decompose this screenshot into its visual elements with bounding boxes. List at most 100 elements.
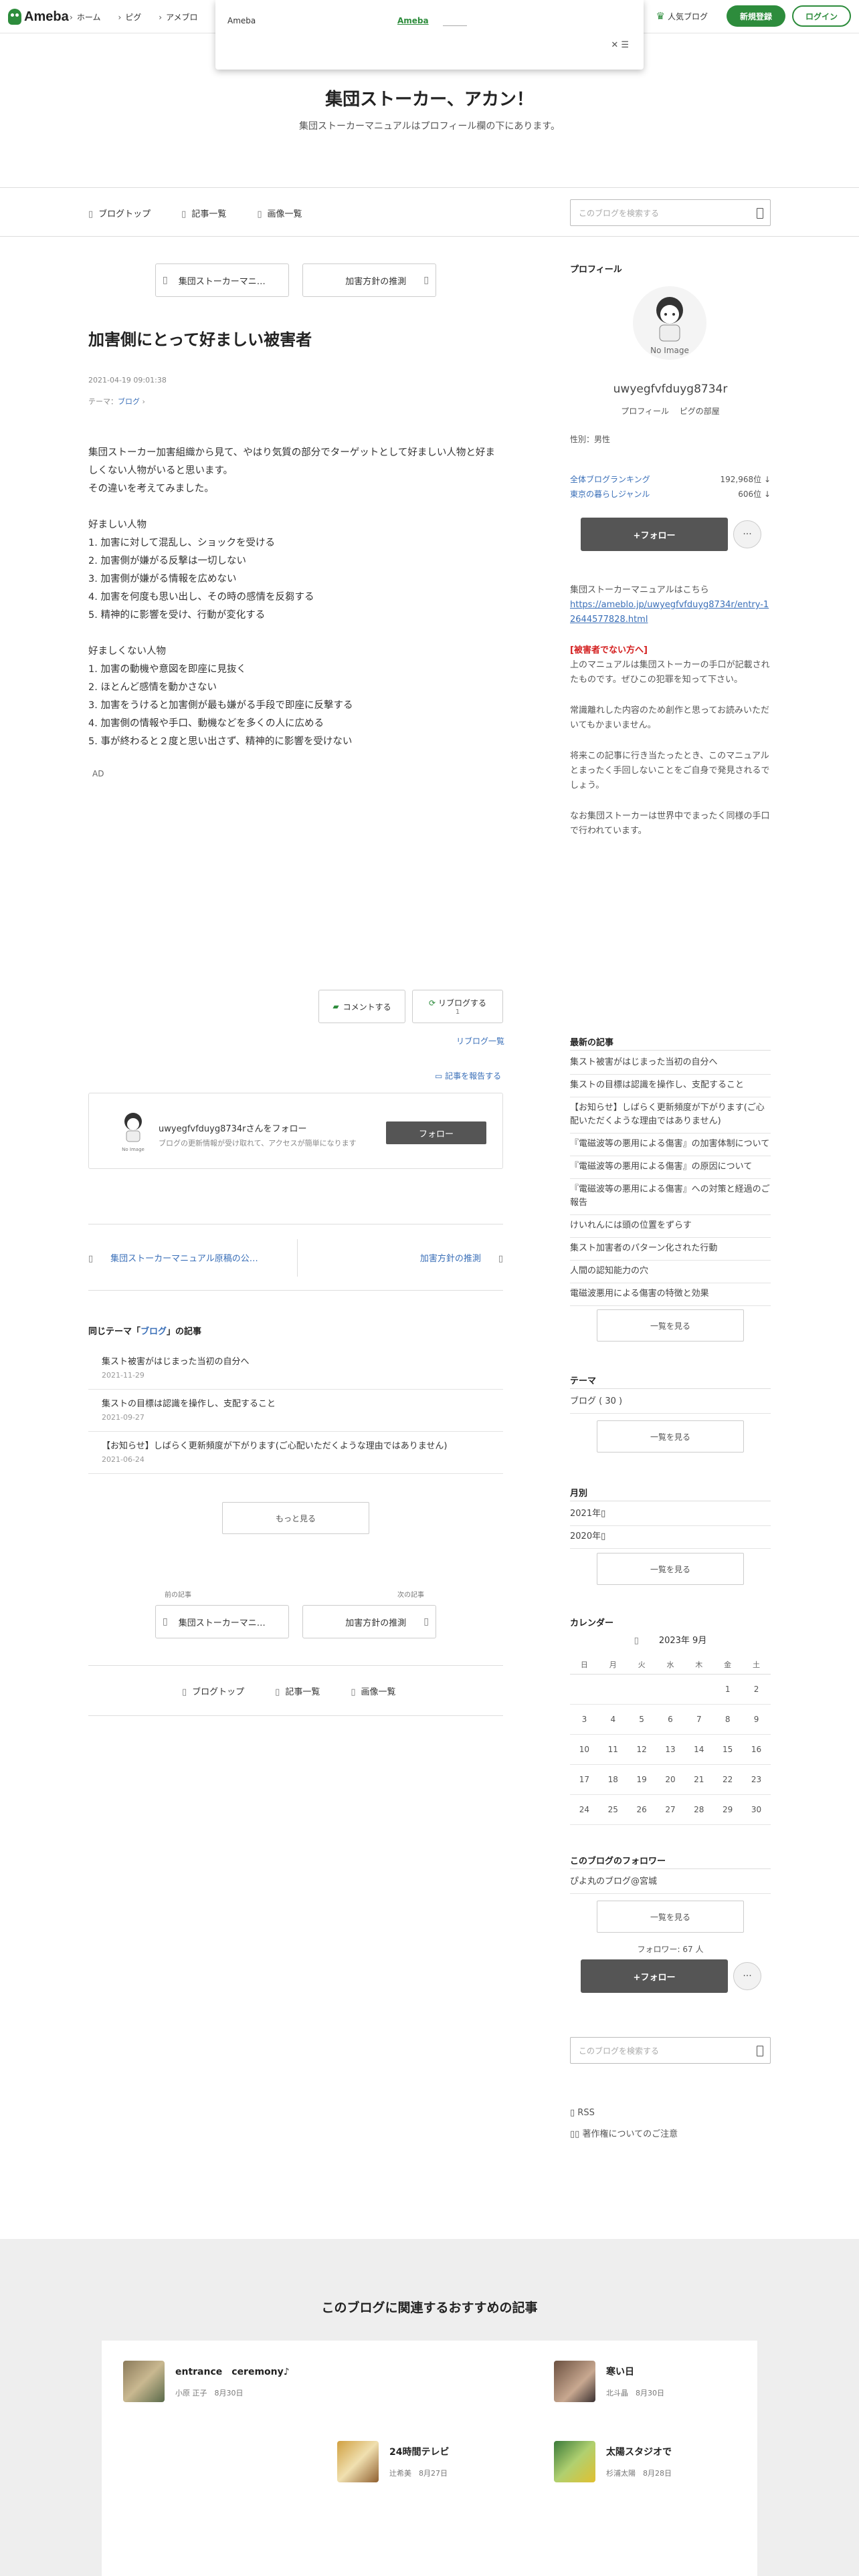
ranking-label[interactable]: 東京の暮らしジャンル: [570, 488, 650, 500]
latest-item[interactable]: 人間の認知能力の穴: [570, 1261, 771, 1283]
recommended-panel: entrance ceremony♪ 小原 正子 8月30日 寒い日 北斗晶 8月3…: [102, 2341, 757, 2576]
calendar-day: [598, 1674, 628, 1705]
rss-link[interactable]: ▯ RSS: [570, 2108, 595, 2118]
calendar-day: 22: [713, 1764, 743, 1795]
reblog-list-link[interactable]: リブログ一覧: [456, 1035, 504, 1047]
list-item[interactable]: 【お知らせ】しばらく更新頻度が下がります(ご心配いただくような理由ではありません…: [88, 1432, 503, 1474]
latest-item[interactable]: 『電磁波等の悪用による傷害』の原因について: [570, 1156, 771, 1179]
popup-link[interactable]: Ameba: [397, 16, 429, 25]
calendar-day: 15: [713, 1734, 743, 1765]
ranking-genre[interactable]: 東京の暮らしジャンル 606位 ↓: [570, 488, 771, 500]
follower-item[interactable]: ぴよ丸のブログ@宮城: [570, 1871, 771, 1894]
recommended-meta: 辻希美 8月27日: [389, 2469, 448, 2478]
latest-item[interactable]: 集スト加害者のパターン化された行動: [570, 1238, 771, 1261]
more-options-icon[interactable]: ···: [733, 520, 761, 548]
recommended-title: entrance ceremony♪: [175, 2367, 290, 2377]
theme-heading: テーマ: [570, 1376, 597, 1386]
latest-item[interactable]: 『電磁波等の悪用による傷害』への対策と経過のご報告: [570, 1179, 771, 1215]
profile-heading: プロフィール: [570, 265, 622, 275]
nav-home[interactable]: ホーム: [70, 11, 101, 23]
monthly-see-all-button[interactable]: 一覧を見る: [597, 1553, 744, 1585]
month-item[interactable]: 2020年▯: [570, 1526, 771, 1549]
reblog-button[interactable]: ⟳ リブログする 1: [412, 990, 503, 1023]
prev-entry-button-bottom[interactable]: ▯ 集団ストーカーマニ…: [155, 1605, 289, 1638]
calendar-month-row: ▯ 2023年 9月: [570, 1633, 771, 1646]
heading-theme-link[interactable]: ブログ: [140, 1327, 167, 1337]
theme-item[interactable]: ブログ ( 30 ): [570, 1391, 771, 1414]
profile-avatar[interactable]: No Image: [633, 286, 706, 360]
ameba-logo[interactable]: Ameba: [8, 7, 69, 27]
prev-entry-title: 集団ストーカーマニュアル原稿の公…: [110, 1254, 258, 1264]
blog-search-input[interactable]: このブログを検索する: [570, 199, 771, 226]
next-entry-button[interactable]: 加害方針の推測 ▯: [302, 263, 436, 297]
month-label: 2020年: [570, 1531, 601, 1541]
latest-item[interactable]: 【お知らせ】しばらく更新頻度が下がります(ご心配いただくような理由ではありません…: [570, 1097, 771, 1134]
follow-button[interactable]: フォロー: [386, 1121, 486, 1144]
more-options-icon[interactable]: ···: [733, 1962, 761, 1990]
item-title[interactable]: 集ストの目標は認識を操作し、支配すること: [102, 1396, 490, 1409]
ranking-overall[interactable]: 全体ブログランキング 192,968位 ↓: [570, 473, 771, 485]
list-item[interactable]: 集ストの目標は認識を操作し、支配すること 2021-09-27: [88, 1390, 503, 1432]
search-icon[interactable]: [757, 2046, 763, 2056]
month-item[interactable]: 2021年▯: [570, 1503, 771, 1526]
profile-follow-button[interactable]: +フォロー: [581, 518, 728, 551]
nav-ameblo[interactable]: アメブロ: [159, 11, 197, 23]
login-button[interactable]: ログイン: [791, 5, 851, 27]
search-icon[interactable]: [757, 208, 763, 219]
copyright-link[interactable]: ▯▯ 著作権についてのご注意: [570, 2127, 678, 2139]
latest-see-all-button[interactable]: 一覧を見る: [597, 1309, 744, 1341]
item-title[interactable]: 【お知らせ】しばらく更新頻度が下がります(ご心配いただくような理由ではありません…: [102, 1438, 490, 1451]
recommended-thumbnail: [337, 2441, 379, 2482]
calendar-week: 10 11 12 13 14 15 16: [570, 1734, 771, 1765]
popup-close-icon[interactable]: ✕ ☰: [611, 40, 629, 50]
nav-entry-list[interactable]: 記事一覧: [275, 1685, 320, 1697]
recommended-item[interactable]: 太陽スタジオで 杉浦太陽 8月28日: [554, 2441, 672, 2482]
nav-pigg[interactable]: ピグ: [118, 11, 141, 23]
chevron-left-icon: ▯: [163, 275, 168, 286]
prev-entry-button[interactable]: ▯ 集団ストーカーマニ…: [155, 263, 289, 297]
divider: [297, 1239, 298, 1277]
latest-item[interactable]: 電磁波悪用による傷害の特徴と効果: [570, 1283, 771, 1306]
latest-item[interactable]: 『電磁波等の悪用による傷害』の加害体制について: [570, 1134, 771, 1156]
ranking-label[interactable]: 全体ブログランキング: [570, 473, 650, 485]
calendar-prev-icon[interactable]: ▯: [634, 1636, 639, 1646]
profile-name[interactable]: uwyegfvfduyg8734r: [570, 383, 771, 396]
next-entry-button-bottom[interactable]: 加害方針の推測 ▯: [302, 1605, 436, 1638]
calendar-day: 18: [598, 1764, 628, 1795]
prev-entry-link[interactable]: ▯ 集団ストーカーマニュアル原稿の公…: [88, 1251, 258, 1264]
nav-blog-top[interactable]: ブログトップ: [88, 207, 151, 219]
recommended-item[interactable]: entrance ceremony♪ 小原 正子 8月30日: [123, 2361, 290, 2402]
signup-button[interactable]: 新規登録: [726, 5, 785, 27]
recommended-title: 寒い日: [606, 2367, 634, 2377]
profile-links[interactable]: プロフィール ピグの部屋: [570, 405, 771, 417]
comment-icon: ▰: [332, 1002, 339, 1011]
latest-item[interactable]: 集ストの目標は認識を操作し、支配すること: [570, 1075, 771, 1097]
comment-button[interactable]: ▰ コメントする: [318, 990, 405, 1023]
latest-item[interactable]: 集スト被害がはじまった当初の自分へ: [570, 1052, 771, 1075]
show-more-button[interactable]: もっと見る: [222, 1502, 369, 1534]
followers-see-all-button[interactable]: 一覧を見る: [597, 1901, 744, 1933]
latest-item[interactable]: けいれんには頭の位置をずらす: [570, 1215, 771, 1238]
article-title[interactable]: 加害側にとって好ましい被害者: [88, 326, 312, 350]
recommended-item[interactable]: 24時間テレビ 辻希美 8月27日: [337, 2441, 449, 2482]
blog-title[interactable]: 集団ストーカー、アカン！: [0, 86, 859, 110]
report-link[interactable]: ▭ 記事を報告する: [435, 1070, 501, 1081]
theme-list: ブログ ( 30 ): [570, 1391, 771, 1414]
sidebar-follow-button[interactable]: +フォロー: [581, 1959, 728, 1993]
nav-blog-top[interactable]: ブログトップ: [182, 1685, 244, 1697]
nav-entry-list[interactable]: 記事一覧: [181, 207, 226, 219]
manual-url-link[interactable]: https://ameblo.jp/uwyegfvfduyg8734r/entr…: [570, 600, 769, 625]
sidebar-search-input[interactable]: このブログを検索する: [570, 2037, 771, 2064]
next-entry-link[interactable]: 加害方針の推測 ▯: [420, 1251, 503, 1264]
nav-image-list[interactable]: 画像一覧: [257, 207, 302, 219]
nav-image-list[interactable]: 画像一覧: [351, 1685, 396, 1697]
follow-card-subtitle: ブログの更新情報が受け取れて、アクセスが簡単になります: [159, 1139, 357, 1148]
theme-link[interactable]: ブログ: [118, 397, 140, 406]
recommended-item[interactable]: 寒い日 北斗晶 8月30日: [554, 2361, 664, 2402]
chevron-left-icon: ▯: [88, 1254, 94, 1264]
popular-blogs-link[interactable]: ♛ 人気ブログ: [656, 10, 708, 22]
calendar-day: [656, 1674, 685, 1705]
item-title[interactable]: 集スト被害がはじまった当初の自分へ: [102, 1354, 490, 1367]
list-item[interactable]: 集スト被害がはじまった当初の自分へ 2021-11-29: [88, 1348, 503, 1390]
theme-see-all-button[interactable]: 一覧を見る: [597, 1420, 744, 1453]
